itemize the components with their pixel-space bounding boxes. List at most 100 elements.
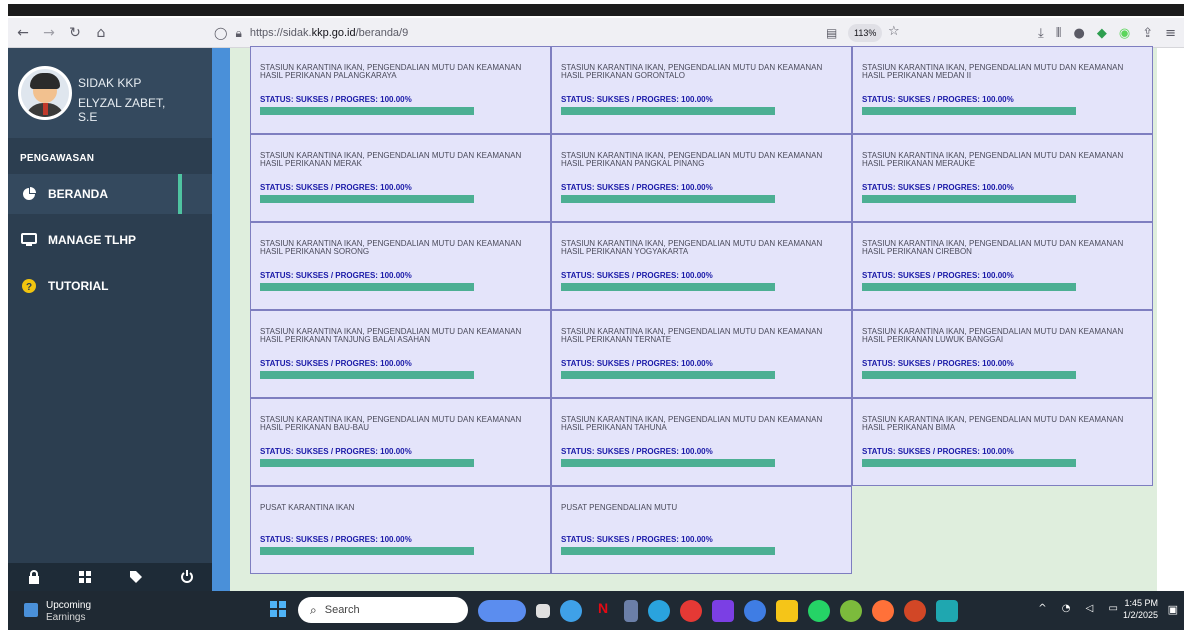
extension-icon[interactable]: ◆	[1097, 26, 1107, 41]
search-icon: ⌕	[310, 602, 317, 617]
clock[interactable]: 1:45 PM 1/2/2025	[1123, 597, 1158, 621]
station-card[interactable]: STASIUN KARANTINA IKAN, PENGENDALIAN MUT…	[852, 222, 1153, 310]
user-name: ELYZAL ZABET, S.E	[78, 96, 166, 124]
sidebar-item-label: TUTORIAL	[48, 279, 109, 293]
station-card[interactable]: PUSAT PENGENDALIAN MUTU STATUS: SUKSES / …	[551, 486, 852, 574]
card-status: STATUS: SUKSES / PROGRES: 100.00%	[862, 95, 1014, 104]
windows-start-icon[interactable]	[270, 601, 286, 617]
app-blue-icon[interactable]	[744, 600, 766, 622]
app-copilot-icon[interactable]	[478, 600, 526, 622]
pie-chart-icon	[20, 185, 38, 203]
app-powerpoint-icon[interactable]	[904, 600, 926, 622]
reader-view-icon[interactable]: ▤	[826, 26, 837, 40]
card-title: STASIUN KARANTINA IKAN, PENGENDALIAN MUT…	[260, 239, 522, 256]
home-icon[interactable]: ⌂	[90, 22, 112, 44]
app-firefox-icon[interactable]	[872, 600, 894, 622]
power-icon[interactable]	[179, 569, 195, 585]
reload-icon[interactable]: ↻	[64, 22, 86, 44]
sidebar-item-beranda[interactable]: BERANDA	[8, 174, 212, 214]
card-title: STASIUN KARANTINA IKAN, PENGENDALIAN MUT…	[862, 415, 1124, 432]
download-icon[interactable]: ⤓	[1038, 26, 1044, 41]
progress-fill	[561, 107, 775, 115]
progress-bar	[260, 547, 474, 555]
app-red-icon[interactable]	[680, 600, 702, 622]
card-status: STATUS: SUKSES / PROGRES: 100.00%	[561, 271, 713, 280]
app-purple-icon[interactable]	[712, 600, 734, 622]
share-icon[interactable]: ⇪	[1142, 26, 1153, 41]
station-card[interactable]: STASIUN KARANTINA IKAN, PENGENDALIAN MUT…	[551, 310, 852, 398]
app-green-icon[interactable]	[840, 600, 862, 622]
station-card[interactable]: STASIUN KARANTINA IKAN, PENGENDALIAN MUT…	[250, 134, 551, 222]
card-title: STASIUN KARANTINA IKAN, PENGENDALIAN MUT…	[561, 151, 823, 168]
account-icon[interactable]: ●	[1074, 26, 1085, 41]
station-card[interactable]: STASIUN KARANTINA IKAN, PENGENDALIAN MUT…	[852, 398, 1153, 486]
svg-text:?: ?	[26, 282, 32, 293]
sidebar-item-tutorial[interactable]: ? TUTORIAL	[8, 266, 212, 306]
station-card[interactable]: STASIUN KARANTINA IKAN, PENGENDALIAN MUT…	[852, 134, 1153, 222]
progress-fill	[561, 459, 775, 467]
card-title: STASIUN KARANTINA IKAN, PENGENDALIAN MUT…	[862, 239, 1124, 256]
sidebar-item-manage-tlhp[interactable]: MANAGE TLHP	[8, 220, 212, 260]
scrollbar[interactable]	[1157, 48, 1184, 591]
bookmark-star-icon[interactable]: ☆	[888, 24, 900, 39]
progress-bar	[561, 459, 775, 467]
progress-bar	[561, 547, 775, 555]
forward-icon[interactable]: →	[38, 22, 60, 44]
avatar	[18, 66, 72, 120]
card-title: PUSAT KARANTINA IKAN	[260, 503, 355, 512]
card-status: STATUS: SUKSES / PROGRES: 100.00%	[862, 447, 1014, 456]
station-card[interactable]: PUSAT KARANTINA IKAN STATUS: SUKSES / PRO…	[250, 486, 551, 574]
progress-fill	[561, 547, 775, 555]
app-teal-icon[interactable]	[936, 600, 958, 622]
grid-icon[interactable]	[77, 569, 93, 585]
address-bar[interactable]: ◯ 🔒︎ https://sidak.kkp.go.id/beranda/9	[214, 21, 914, 45]
zoom-level[interactable]: 113%	[848, 24, 883, 42]
station-card[interactable]: STASIUN KARANTINA IKAN, PENGENDALIAN MUT…	[551, 134, 852, 222]
station-card[interactable]: STASIUN KARANTINA IKAN, PENGENDALIAN MUT…	[250, 310, 551, 398]
station-card[interactable]: STASIUN KARANTINA IKAN, PENGENDALIAN MUT…	[551, 46, 852, 134]
window-top-strip	[0, 0, 1192, 18]
lock-icon[interactable]	[26, 569, 42, 585]
app-telegram-icon[interactable]	[648, 600, 670, 622]
card-title: STASIUN KARANTINA IKAN, PENGENDALIAN MUT…	[260, 415, 522, 432]
station-card[interactable]: STASIUN KARANTINA IKAN, PENGENDALIAN MUT…	[250, 398, 551, 486]
progress-fill	[260, 283, 474, 291]
progress-bar	[260, 107, 474, 115]
progress-bar	[862, 371, 1076, 379]
progress-fill	[260, 195, 474, 203]
app-netflix-icon[interactable]: N	[592, 600, 614, 622]
app-edge-icon[interactable]	[560, 600, 582, 622]
progress-bar	[260, 283, 474, 291]
progress-bar	[862, 107, 1076, 115]
taskbar-search[interactable]: ⌕ Search	[298, 597, 468, 623]
card-title: STASIUN KARANTINA IKAN, PENGENDALIAN MUT…	[862, 63, 1124, 80]
progress-bar	[561, 107, 775, 115]
station-card[interactable]: STASIUN KARANTINA IKAN, PENGENDALIAN MUT…	[250, 222, 551, 310]
app-office-icon[interactable]	[624, 600, 638, 622]
station-card[interactable]: STASIUN KARANTINA IKAN, PENGENDALIAN MUT…	[852, 46, 1153, 134]
app-whatsapp-icon[interactable]	[808, 600, 830, 622]
library-icon[interactable]: ⦀	[1056, 26, 1062, 41]
card-title: STASIUN KARANTINA IKAN, PENGENDALIAN MUT…	[862, 151, 1124, 168]
menu-icon[interactable]: ≡	[1165, 26, 1176, 41]
station-card[interactable]: STASIUN KARANTINA IKAN, PENGENDALIAN MUT…	[551, 398, 852, 486]
station-card[interactable]: STASIUN KARANTINA IKAN, PENGENDALIAN MUT…	[551, 222, 852, 310]
weather-widget[interactable]: Upcoming Earnings	[24, 597, 94, 623]
station-card[interactable]: STASIUN KARANTINA IKAN, PENGENDALIAN MUT…	[852, 310, 1153, 398]
notification-icon[interactable]: ▣	[1168, 603, 1178, 616]
tag-icon[interactable]	[128, 569, 144, 585]
back-icon[interactable]: ←	[12, 22, 34, 44]
progress-fill	[561, 371, 775, 379]
progress-bar	[260, 371, 474, 379]
taskbar: Upcoming Earnings ⌕ Search N ^ ◔ ◁ ▭ 1:4…	[8, 591, 1184, 630]
card-status: STATUS: SUKSES / PROGRES: 100.00%	[260, 359, 412, 368]
card-title: PUSAT PENGENDALIAN MUTU	[561, 503, 678, 512]
app-explorer-icon[interactable]	[776, 600, 798, 622]
card-title: STASIUN KARANTINA IKAN, PENGENDALIAN MUT…	[561, 63, 823, 80]
sidebar-item-label: MANAGE TLHP	[48, 233, 136, 247]
system-tray[interactable]: ^ ◔ ◁ ▭	[1038, 603, 1124, 614]
card-status: STATUS: SUKSES / PROGRES: 100.00%	[862, 183, 1014, 192]
station-card[interactable]: STASIUN KARANTINA IKAN, PENGENDALIAN MUT…	[250, 46, 551, 134]
extension-green-icon[interactable]: ◉	[1119, 26, 1130, 41]
app-taskview-icon[interactable]	[536, 604, 550, 618]
